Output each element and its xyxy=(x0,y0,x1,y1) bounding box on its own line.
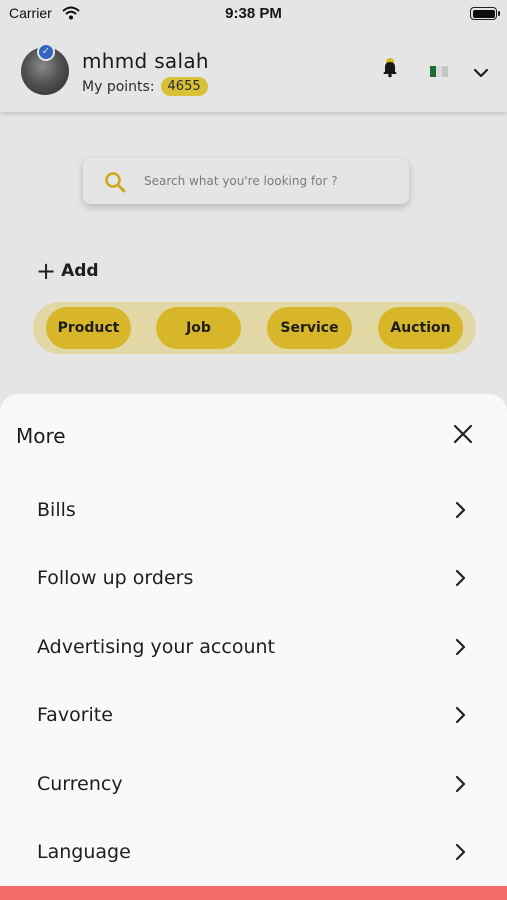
chevron-right-icon xyxy=(454,638,466,660)
menu-item-favorite[interactable]: Favorite xyxy=(0,687,507,743)
close-icon[interactable] xyxy=(451,422,475,446)
menu-item-advertising-account[interactable]: Advertising your account xyxy=(0,619,507,675)
sheet-title: More xyxy=(16,424,66,448)
next-menu-item-peek[interactable] xyxy=(0,886,507,900)
chevron-right-icon xyxy=(454,775,466,797)
more-bottom-sheet: More Bills Follow up orders Advertising … xyxy=(0,394,507,900)
chevron-right-icon xyxy=(454,706,466,728)
chevron-right-icon xyxy=(454,843,466,865)
menu-item-bills[interactable]: Bills xyxy=(0,482,507,538)
chevron-right-icon xyxy=(454,569,466,591)
menu-item-language[interactable]: Language xyxy=(0,824,507,880)
chevron-right-icon xyxy=(454,501,466,523)
menu-item-label: Favorite xyxy=(37,704,113,726)
menu-item-label: Language xyxy=(37,841,131,863)
menu-item-follow-up-orders[interactable]: Follow up orders xyxy=(0,550,507,606)
menu-item-label: Bills xyxy=(37,499,76,521)
menu-item-label: Advertising your account xyxy=(37,636,275,658)
menu-item-label: Currency xyxy=(37,773,123,795)
menu-item-currency[interactable]: Currency xyxy=(0,756,507,812)
menu-item-label: Follow up orders xyxy=(37,567,194,589)
